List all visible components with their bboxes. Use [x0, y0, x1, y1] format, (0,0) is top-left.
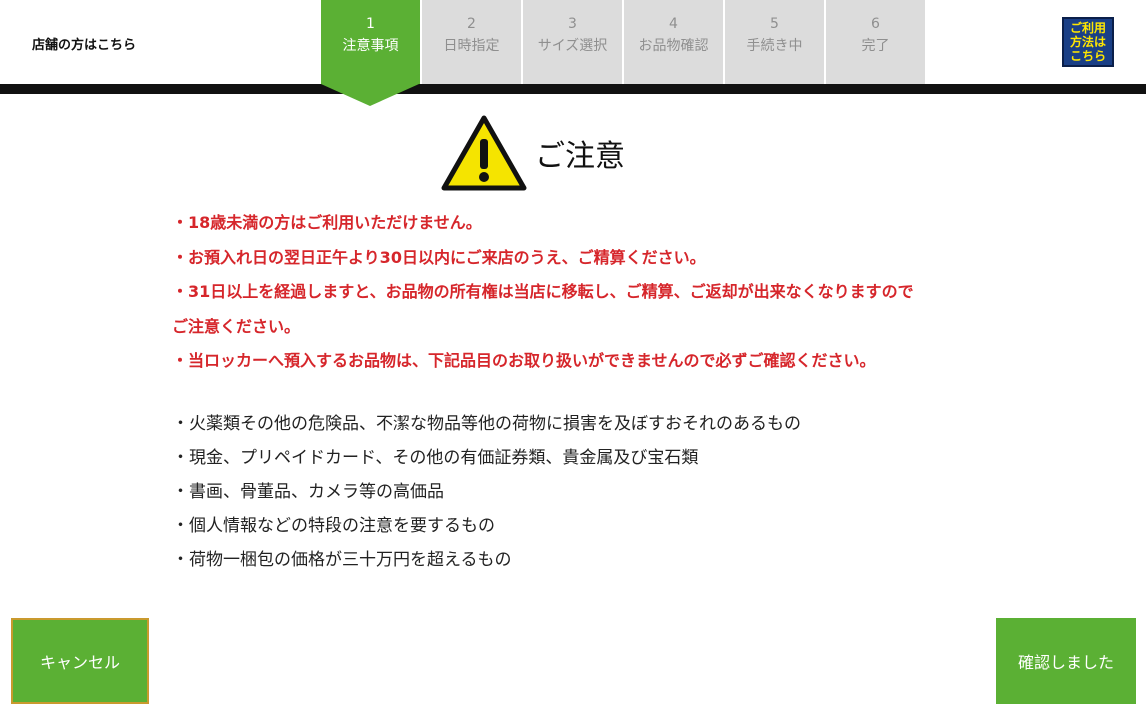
cancel-button[interactable]: キャンセル [11, 618, 149, 704]
notice-line: ・お預入れ日の翌日正午より30日以内にご来店のうえ、ご精算ください。 [172, 247, 706, 267]
list-item: ・荷物一梱包の価格が三十万円を超えるもの [172, 550, 512, 570]
notice-line: ・18歳未満の方はご利用いただけません。 [172, 213, 482, 232]
step-4: 4 お品物確認 [624, 0, 723, 84]
caution-heading: ご注意 [441, 114, 625, 192]
list-item: ・火薬類その他の危険品、不潔な物品等他の荷物に損害を及ぼすおそれのあるもの [172, 414, 801, 434]
list-item: ・現金、プリペイドカード、その他の有価証券類、貴金属及び宝石類 [172, 448, 699, 468]
store-staff-link[interactable]: 店舗の方はこちら [32, 34, 136, 53]
notice-line: ・31日以上を経過しますと、お品物の所有権は当店に移転し、ご精算、ご返却が出来な… [172, 282, 914, 301]
step-6: 6 完了 [826, 0, 925, 84]
notice-line: ご注意ください。 [172, 316, 301, 336]
how-to-use-button[interactable]: ご利用 方法は こちら [1062, 17, 1114, 67]
notice-line: ・当ロッカーへ預入するお品物は、下記品目のお取り扱いができませんので必ずご確認く… [172, 351, 876, 370]
header-divider [0, 84, 1146, 94]
step-number: 2 [467, 16, 476, 32]
step-5: 5 手続き中 [725, 0, 824, 84]
step-number: 4 [669, 16, 678, 32]
step-label: 完了 [861, 38, 890, 54]
step-number: 5 [770, 16, 779, 32]
step-progress: 1 注意事項 2 日時指定 3 サイズ選択 4 お品物確認 5 手続き中 6 完… [321, 0, 927, 106]
step-label: サイズ選択 [537, 38, 608, 54]
warning-icon [441, 115, 527, 191]
step-number: 3 [568, 16, 577, 32]
list-item: ・個人情報などの特段の注意を要するもの [172, 516, 495, 536]
step-label: 日時指定 [443, 38, 500, 54]
step-number: 6 [871, 16, 880, 32]
prohibited-items-list: ・火薬類その他の危険品、不潔な物品等他の荷物に損害を及ぼすおそれのあるもの ・現… [172, 407, 1072, 577]
confirm-button[interactable]: 確認しました [996, 618, 1136, 704]
step-number: 1 [366, 16, 375, 32]
step-2: 2 日時指定 [422, 0, 521, 84]
step-label: 注意事項 [342, 38, 399, 54]
step-label: 手続き中 [746, 38, 803, 54]
top-bar: 店舗の方はこちら 1 注意事項 2 日時指定 3 サイズ選択 4 お品物確認 5… [0, 0, 1146, 106]
step-1: 1 注意事項 [321, 0, 420, 106]
step-label: お品物確認 [638, 38, 709, 54]
step-3: 3 サイズ選択 [523, 0, 622, 84]
notice-list: ・18歳未満の方はご利用いただけません。 ・お預入れ日の翌日正午より30日以内に… [172, 206, 1072, 379]
page-title: ご注意 [535, 139, 625, 174]
list-item: ・書画、骨董品、カメラ等の高価品 [172, 482, 444, 502]
